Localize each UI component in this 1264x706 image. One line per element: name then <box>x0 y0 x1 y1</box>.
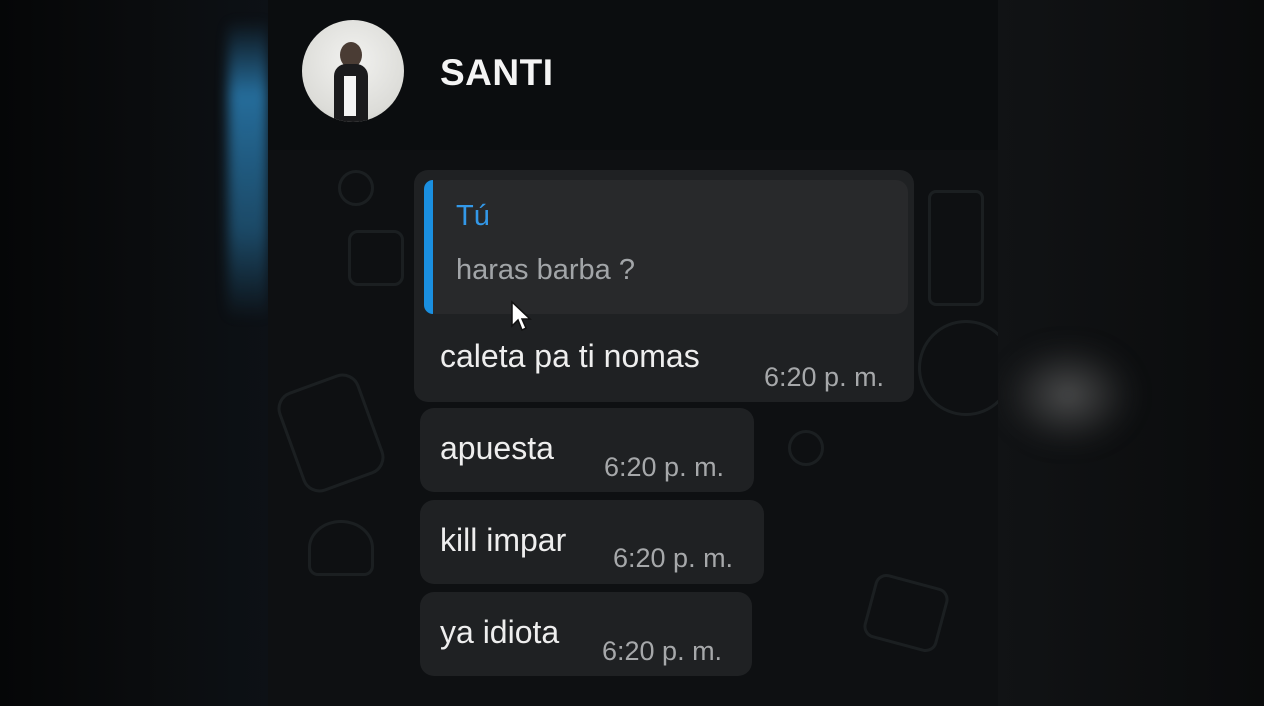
blurred-left-margin <box>0 0 270 706</box>
chat-screen: SANTI Tú haras barba ? caleta pa ti noma… <box>268 0 998 706</box>
quote-author: Tú <box>456 200 490 232</box>
wallpaper-doodle <box>928 190 984 306</box>
avatar-shirt <box>344 76 356 116</box>
message-text: apuesta <box>440 430 554 466</box>
message-time: 6:20 p. m. <box>602 636 723 666</box>
wallpaper-doodle <box>860 571 952 655</box>
message-time: 6:20 p. m. <box>613 543 734 573</box>
message-time: 6:20 p. m. <box>764 362 885 392</box>
message-text: caleta pa ti nomas <box>440 338 700 374</box>
quote-accent-bar <box>424 180 433 314</box>
mouse-pointer-icon <box>510 300 532 337</box>
message-text: kill impar <box>440 522 567 558</box>
wallpaper-doodle <box>348 230 404 286</box>
gray-smudge <box>998 340 1138 450</box>
wallpaper-doodle <box>788 430 824 466</box>
avatar[interactable] <box>302 20 404 122</box>
wallpaper-doodle <box>272 368 390 498</box>
message-time: 6:20 p. m. <box>604 452 725 482</box>
message-text: ya idiota <box>440 614 560 650</box>
wallpaper-doodle <box>918 320 998 416</box>
contact-name[interactable]: SANTI <box>440 52 554 94</box>
blue-glow <box>228 20 268 320</box>
wallpaper-doodle <box>308 520 374 576</box>
wallpaper-doodle <box>338 170 374 206</box>
chat-header: SANTI <box>268 0 998 150</box>
quoted-reply[interactable]: Tú haras barba ? <box>424 180 908 314</box>
blurred-right-margin <box>998 0 1264 706</box>
quote-text: haras barba ? <box>456 254 635 286</box>
video-frame: SANTI Tú haras barba ? caleta pa ti noma… <box>0 0 1264 706</box>
